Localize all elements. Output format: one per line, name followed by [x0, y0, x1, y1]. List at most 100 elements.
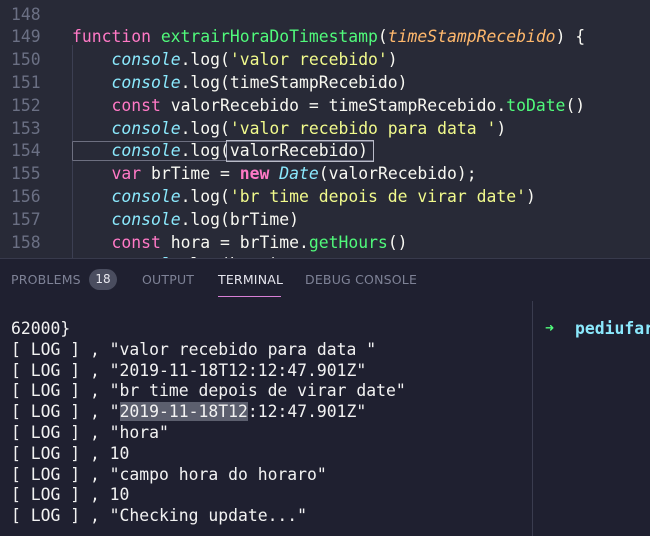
code-token: .log( [180, 118, 230, 138]
terminal-line: [ LOG ] , 10 [11, 443, 130, 463]
terminal-line: [ LOG ] , "hora" [11, 422, 169, 442]
code-token: console [111, 50, 181, 70]
code-token: console [111, 72, 181, 92]
line-number: 149 [11, 27, 41, 47]
active-tab-indicator [218, 296, 281, 297]
code-token: function [72, 27, 161, 47]
line-number: 148 [11, 4, 41, 24]
tab-problems[interactable]: PROBLEMS [11, 272, 81, 287]
code-token: .log( [180, 186, 230, 206]
code-token: var [111, 164, 142, 184]
terminal-line: 62000} [11, 319, 71, 338]
code-token: () [387, 232, 408, 252]
code-token: getHours [308, 232, 388, 252]
panel-tabbar: PROBLEMS 18 OUTPUT TERMINAL DEBUG CONSOL… [0, 259, 650, 301]
terminal-line: [ LOG ] , "valor recebido para data " [11, 339, 377, 359]
terminal-output[interactable]: 62000}[ LOG ] , "valor recebido para dat… [11, 319, 531, 527]
terminal-text: [ LOG ] , " [11, 402, 120, 422]
code-line[interactable]: 149 function extrairHoraDoTimestamp(timeS… [0, 26, 650, 49]
line-number: 150 [11, 50, 41, 70]
code-token: brTime = [141, 164, 240, 184]
line-number: 157 [11, 209, 41, 229]
code-token: ) [525, 186, 536, 206]
terminal-split-divider[interactable] [532, 301, 533, 536]
terminal-selection: 2019-11-18T12 [119, 402, 248, 422]
line-number: 152 [11, 95, 41, 115]
terminal-line: [ LOG ] , "campo hora do horaro" [11, 464, 327, 484]
terminal-prompt-directory: pediufar [575, 319, 650, 338]
code-token: new [239, 164, 270, 184]
tab-debug-console[interactable]: DEBUG CONSOLE [305, 272, 417, 287]
terminal-text: :12:47.901Z" [247, 402, 367, 422]
terminal-line: [ LOG ] , "2019-11-18T12:12:47.901Z" [11, 360, 367, 380]
prompt-arrow-icon: ➜ [545, 319, 555, 337]
code-line[interactable]: 153 console.log('valor recebido para dat… [0, 118, 650, 141]
code-token: hora = brTime. [160, 232, 309, 252]
code-token: 'valor recebido' [229, 50, 388, 70]
code-line[interactable]: 152 const valorRecebido = timeStampReceb… [0, 95, 650, 118]
tab-output[interactable]: OUTPUT [142, 272, 194, 287]
code-token: Date [279, 164, 319, 184]
code-token: ( [377, 27, 388, 47]
code-text: const hora = brTime.getHours() [72, 232, 408, 255]
line-number: 154 [11, 141, 41, 161]
code-token: timeStampRecebido [387, 27, 556, 47]
terminal-line: [ LOG ] , "2019-11-18T12:12:47.901Z" [11, 402, 531, 423]
code-token: 'br time depois de virar date' [229, 186, 526, 206]
terminal-line: [ LOG ] , 10 [11, 485, 130, 505]
code-text: const valorRecebido = timeStampRecebido.… [72, 95, 585, 118]
code-editor[interactable]: 148 149 function extrairHoraDoTimestamp(ti… [0, 0, 650, 258]
problems-count-badge: 18 [89, 269, 117, 290]
code-text: function extrairHoraDoTimestamp(timeStam… [72, 26, 585, 49]
code-token: console [111, 209, 181, 229]
line-number: 151 [11, 72, 41, 92]
line-number: 153 [11, 118, 41, 138]
code-token: .log(brTime) [180, 209, 299, 229]
code-token: console [111, 118, 181, 138]
code-token: console [111, 186, 181, 206]
code-token: () [565, 95, 586, 115]
code-token: ) [387, 50, 398, 70]
terminal-line: [ LOG ] , "Checking update..." [11, 506, 308, 526]
code-token: (valorRecebido); [318, 164, 477, 184]
code-line[interactable]: 148 [0, 4, 650, 27]
bottom-panel: PROBLEMS 18 OUTPUT TERMINAL DEBUG CONSOL… [0, 258, 650, 536]
code-token: extrairHoraDoTimestamp [160, 27, 378, 47]
code-line[interactable]: 157 console.log(brTime) [0, 209, 650, 232]
code-token: .log( [180, 50, 230, 70]
code-line[interactable]: 155 var brTime = new Date(valorRecebido)… [0, 163, 650, 186]
code-token: ) { [555, 27, 586, 47]
code-text: console.log('valor recebido para data ') [72, 118, 506, 141]
code-text: console.log(timeStampRecebido) [72, 72, 408, 95]
tab-terminal[interactable]: TERMINAL [218, 272, 283, 287]
vscode-window: 148 149 function extrairHoraDoTimestamp(ti… [0, 0, 650, 536]
code-line[interactable]: 150 console.log('valor recebido') [0, 49, 650, 72]
code-text: console.log('br time depois de virar dat… [72, 186, 536, 209]
code-token: ) [496, 118, 507, 138]
code-token: .log(timeStampRecebido) [180, 72, 408, 92]
code-token: const [111, 232, 161, 252]
code-token: 'valor recebido para data ' [229, 118, 497, 138]
line-number: 155 [11, 164, 41, 184]
code-line[interactable]: 154 console.log(valorRecebido) [0, 140, 650, 163]
code-token: const [111, 95, 161, 115]
code-line[interactable]: 156 console.log('br time depois de virar… [0, 186, 650, 209]
code-line[interactable]: 158 const hora = brTime.getHours() [0, 232, 650, 255]
code-token: valorRecebido = timeStampRecebido. [160, 95, 507, 115]
bracket-match-box [225, 140, 375, 163]
code-text: console.log('valor recebido') [72, 49, 398, 72]
code-token: toDate [506, 95, 566, 115]
code-line[interactable]: 151 console.log(timeStampRecebido) [0, 72, 650, 95]
terminal-line: [ LOG ] , "br time depois de virar date" [11, 381, 406, 401]
code-text: var brTime = new Date(valorRecebido); [72, 163, 477, 186]
line-number: 158 [11, 232, 41, 252]
